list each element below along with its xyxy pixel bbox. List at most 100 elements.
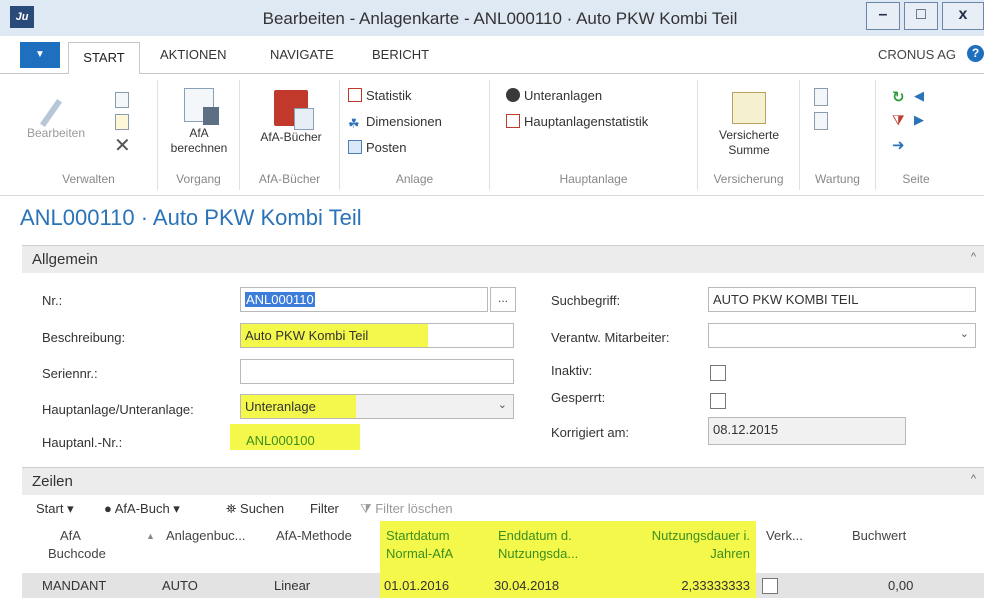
next-icon[interactable]: ▶ [914,112,924,128]
chart-icon [348,88,362,102]
clear-filter-icon[interactable]: ⧩ [892,112,905,129]
binoculars-icon: ⛯ [226,501,237,516]
hauptanl-nr-link[interactable]: ANL000100 [230,424,360,450]
cell-buchwert: 0,00 [888,578,914,593]
bearbeiten-button[interactable]: Bearbeiten [26,94,86,141]
lines-toolbar: Start ▾ ● AfA-Buch ▾ ⛯ Suchen Filter ⧩ F… [22,497,984,521]
lines-start-label: Start [36,501,64,516]
col-nutzungsdauer[interactable]: Nutzungsdauer i. Jahren [616,521,756,573]
col-anlagenbuc[interactable]: Anlagenbuc... [166,527,246,545]
col-enddatum[interactable]: Enddatum d. Nutzungsda... [490,521,616,573]
group-label-wartung: Wartung [815,172,860,186]
hauptanl-nr-label: Hauptanl.-Nr.: [42,435,123,450]
col-verk[interactable]: Verk... [766,527,803,545]
afa-berechnen-button[interactable]: AfA berechnen [162,88,236,156]
previous-icon[interactable]: ◀ [914,88,924,104]
tab-start[interactable]: START [68,42,140,75]
seriennr-field[interactable] [240,359,514,384]
suchbegriff-field[interactable]: AUTO PKW KOMBI TEIL [708,287,976,312]
dimensionen-button[interactable]: ☘ Dimensionen [348,114,442,131]
view-icon[interactable] [115,92,129,108]
group-verwalten: Bearbeiten ✕ Verwalten [20,80,158,190]
section-allgemein-header[interactable]: Allgemein ^ [22,245,984,273]
ribbon: Bearbeiten ✕ Verwalten AfA berechnen Vor… [0,74,984,196]
col-afa-buchcode-line1: AfA [60,528,81,543]
collapse-icon[interactable]: ^ [971,473,976,485]
tab-aktionen[interactable]: AKTIONEN [160,47,226,62]
nr-value: ANL000110 [245,292,315,307]
maintenance-icon[interactable] [814,88,828,106]
haupt-unter-select[interactable]: Unteranlage ⌄ [240,394,514,419]
cell-startdatum: 01.01.2016 [380,573,490,598]
afa-berechnen-label-2: berechnen [170,141,228,155]
lines-afa-buch-menu[interactable]: ● AfA-Buch ▾ [104,501,180,517]
app-menu-button[interactable]: ▼ [20,42,60,68]
afa-berechnen-label-1: AfA [189,126,209,140]
group-label-versicherung: Versicherung [713,172,784,186]
maximize-button[interactable]: □ [904,2,938,30]
korrigiert-field: 08.12.2015 [708,417,906,445]
col-buchwert[interactable]: Buchwert [852,527,906,545]
insurance-icon [732,92,766,124]
group-anlage: Statistik ☘ Dimensionen Posten Anlage [340,80,490,190]
haupt-unter-label: Hauptanlage/Unteranlage: [42,402,194,417]
main-asset-chart-icon [506,114,520,128]
sort-icon: ▲ [146,531,155,541]
verantw-select[interactable]: ⌄ [708,323,976,348]
col-startdatum[interactable]: Startdatum Normal-AfA [380,521,490,573]
section-zeilen-header[interactable]: Zeilen ^ [22,467,984,495]
goto-icon[interactable]: ➜ [892,136,905,154]
beschreibung-field[interactable]: Auto PKW Kombi Teil [240,323,514,348]
hauptanlagenstatistik-label: Hauptanlagenstatistik [524,114,649,129]
col-afa-buchcode-line2: Buchcode [48,546,106,561]
section-zeilen-label: Zeilen [32,473,73,490]
help-icon[interactable]: ? [967,45,984,62]
lines-filter-loeschen-button[interactable]: ⧩ Filter löschen [360,501,453,517]
verk-checkbox[interactable] [762,578,778,594]
calculate-icon [184,88,219,125]
company-name[interactable]: CRONUS AG [878,47,956,62]
beschreibung-label: Beschreibung: [42,330,126,345]
window-title: Bearbeiten - Anlagenkarte - ANL000110 · … [262,9,738,28]
tab-bericht[interactable]: BERICHT [372,47,429,62]
beschreibung-value: Auto PKW Kombi Teil [241,324,429,347]
col-startdatum-line1: Startdatum [386,528,450,543]
statistik-button[interactable]: Statistik [348,88,412,103]
circle-icon: ● [104,501,112,516]
refresh-icon[interactable]: ↻ [892,88,905,106]
col-enddatum-line2: Nutzungsda... [498,546,579,561]
cell-anlagenbuc: AUTO [162,578,198,593]
versicherte-summe-label-2: Summe [728,143,770,157]
subassets-icon [506,88,520,102]
tab-navigate[interactable]: NAVIGATE [270,47,334,62]
group-label-afa-buecher: AfA-Bücher [258,172,321,186]
versicherte-summe-button[interactable]: Versicherte Summe [702,92,796,158]
table-row[interactable]: MANDANT AUTO Linear 01.01.2016 30.04.201… [22,573,984,598]
col-afa-buchcode[interactable]: AfA Buchcode [48,527,106,563]
dimensionen-label: Dimensionen [366,114,442,129]
inaktiv-checkbox[interactable] [710,365,726,381]
gesperrt-checkbox[interactable] [710,393,726,409]
group-label-seite: Seite [902,172,930,186]
title-bar: Ju Bearbeiten - Anlagenkarte - ANL000110… [0,0,984,36]
hauptanlagenstatistik-button[interactable]: Hauptanlagenstatistik [506,114,648,129]
collapse-icon[interactable]: ^ [971,251,976,263]
lines-suchen-button[interactable]: ⛯ Suchen [226,501,284,517]
cell-enddatum: 30.04.2018 [490,573,616,598]
col-afa-methode[interactable]: AfA-Methode [276,527,352,545]
lines-filter-button[interactable]: Filter [310,501,339,516]
nr-field[interactable]: ANL000110 [240,287,488,312]
posten-button[interactable]: Posten [348,140,406,155]
nr-lookup-button[interactable]: ... [490,287,516,312]
new-icon[interactable] [115,114,129,130]
pencil-icon [26,94,86,128]
close-button[interactable]: x [942,2,984,30]
group-label-vorgang: Vorgang [176,172,221,186]
unteranlagen-button[interactable]: Unteranlagen [506,88,602,103]
minimize-button[interactable]: – [866,2,900,30]
maintenance-registration-icon[interactable] [814,112,828,130]
delete-icon[interactable]: ✕ [114,136,131,156]
gesperrt-label: Gesperrt: [551,390,606,405]
lines-start-menu[interactable]: Start ▾ [36,501,74,517]
afa-buecher-button[interactable]: AfA-Bücher [248,90,334,145]
